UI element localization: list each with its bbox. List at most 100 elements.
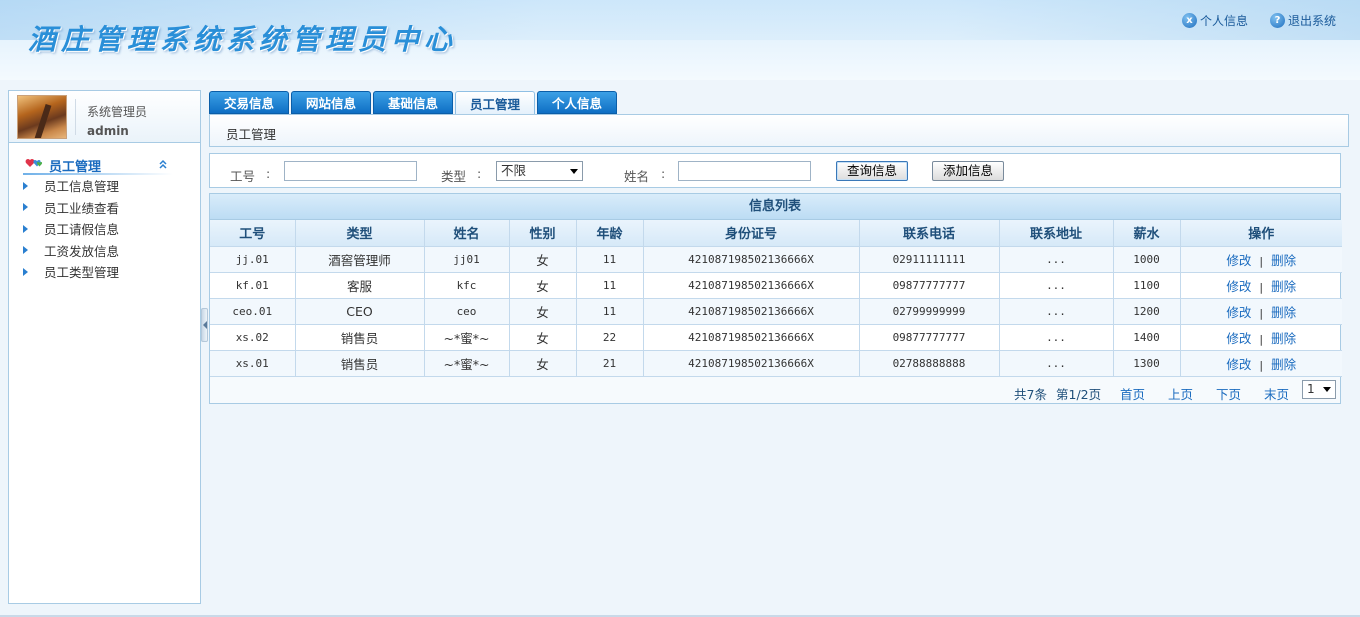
pager-first-link[interactable]: 首页 [1120, 384, 1145, 403]
triangle-right-icon [23, 224, 28, 233]
delete-link[interactable]: 删除 [1271, 253, 1296, 268]
column-header: 类型 [294, 220, 425, 247]
edit-link[interactable]: 修改 [1226, 305, 1251, 320]
pager-next-link[interactable]: 下页 [1216, 384, 1241, 403]
action-separator: | [1259, 280, 1264, 294]
profile-link-label: 个人信息 [1199, 14, 1248, 28]
sidebar-item-salary[interactable]: 工资发放信息 [9, 240, 200, 262]
sidebar: 系统管理员 admin 员工管理 员工信息管理 员工业绩查看 员工请假信息 工资… [8, 90, 201, 604]
delete-link[interactable]: 删除 [1271, 331, 1296, 346]
cell-name: ~*蜜*~ [423, 349, 510, 377]
type-select-value: 不限 [501, 163, 527, 178]
action-separator: | [1259, 358, 1264, 372]
query-button[interactable]: 查询信息 [836, 161, 909, 181]
tab-website[interactable]: 网站信息 [291, 91, 371, 114]
tab-basic[interactable]: 基础信息 [373, 91, 453, 114]
table-caption: 信息列表 [210, 194, 1340, 220]
triangle-right-icon [23, 246, 28, 255]
menu-group-header[interactable]: 员工管理 [9, 153, 200, 175]
sidebar-item-label: 员工类型管理 [44, 265, 120, 281]
sidebar-menu: 员工信息管理 员工业绩查看 员工请假信息 工资发放信息 员工类型管理 [9, 175, 200, 283]
cell-age: 11 [575, 271, 644, 299]
user-divider [75, 99, 76, 135]
cell-gender: 女 [508, 245, 577, 273]
pagination: 共7条 第1/2页 首页 上页 下页 末页 1 [210, 376, 1340, 403]
sidebar-item-leave[interactable]: 员工请假信息 [9, 218, 200, 240]
cell-actions: 修改 | 删除 [1179, 323, 1342, 351]
edit-link[interactable]: 修改 [1226, 331, 1251, 346]
add-button[interactable]: 添加信息 [932, 161, 1005, 181]
collapse-icon[interactable] [157, 158, 169, 170]
sidebar-item-label: 员工业绩查看 [44, 200, 120, 216]
cell-phone: 09877777777 [858, 323, 1000, 351]
table-row: kf.01 客服 kfc 女 11 421087198502136666X 09… [210, 271, 1342, 299]
logout-link-label: 退出系统 [1287, 14, 1336, 28]
tab-personal[interactable]: 个人信息 [537, 91, 617, 114]
cell-name: ceo [423, 297, 510, 325]
cell-id: xs.01 [210, 349, 296, 377]
edit-link[interactable]: 修改 [1226, 279, 1251, 294]
delete-link[interactable]: 删除 [1271, 279, 1296, 294]
pager-total: 共7条 [1014, 386, 1047, 402]
table-row: ceo.01 CEO ceo 女 11 421087198502136666X … [210, 297, 1342, 325]
pager-prev-link[interactable]: 上页 [1168, 384, 1193, 403]
table-header-row: 工号 类型 姓名 性别 年龄 身份证号 联系电话 联系地址 薪水 操作 [210, 220, 1342, 247]
page-select[interactable]: 1 [1302, 379, 1336, 399]
pager-last-link[interactable]: 末页 [1264, 384, 1289, 403]
triangle-right-icon [23, 181, 28, 190]
sidebar-item-performance[interactable]: 员工业绩查看 [9, 197, 200, 219]
tab-transactions[interactable]: 交易信息 [209, 91, 289, 114]
cell-idcard: 421087198502136666X [642, 271, 860, 299]
x-circle-icon: x [1181, 13, 1197, 28]
name-input[interactable] [678, 161, 811, 181]
type-select[interactable]: 不限 [496, 161, 583, 181]
cell-actions: 修改 | 删除 [1179, 297, 1342, 325]
hearts-icon [25, 159, 43, 167]
cell-actions: 修改 | 删除 [1179, 349, 1342, 377]
menu-group-underline [23, 173, 173, 175]
help-circle-icon: ? [1269, 13, 1285, 28]
employee-id-input[interactable] [284, 161, 417, 181]
edit-link[interactable]: 修改 [1226, 357, 1251, 372]
cell-name: ~*蜜*~ [423, 323, 510, 351]
cell-salary: 1200 [1112, 297, 1181, 325]
cell-address: ... [998, 245, 1114, 273]
delete-link[interactable]: 删除 [1271, 357, 1296, 372]
profile-link[interactable]: x 个人信息 [1181, 12, 1248, 29]
edit-link[interactable]: 修改 [1226, 253, 1251, 268]
cell-idcard: 421087198502136666X [642, 297, 860, 325]
breadcrumb: 员工管理 [226, 127, 277, 142]
action-separator: | [1259, 306, 1264, 320]
cell-idcard: 421087198502136666X [642, 245, 860, 273]
tab-employee-management[interactable]: 员工管理 [455, 91, 535, 115]
cell-address: ... [998, 297, 1114, 325]
user-role: 系统管理员 [87, 105, 148, 119]
sidebar-splitter-handle[interactable] [201, 308, 208, 342]
sidebar-item-label: 工资发放信息 [44, 243, 120, 259]
top-links: x 个人信息 ? 退出系统 [1181, 12, 1336, 29]
cell-actions: 修改 | 删除 [1179, 245, 1342, 273]
action-separator: | [1259, 254, 1264, 268]
main-tabs: 交易信息 网站信息 基础信息 员工管理 个人信息 [209, 91, 617, 115]
cell-id: kf.01 [210, 271, 296, 299]
cell-salary: 1400 [1112, 323, 1181, 351]
type-label: 类型 [441, 169, 467, 184]
info-table-panel: 信息列表 工号 类型 姓名 性别 年龄 身份证号 联系电话 联系地址 薪水 操作… [209, 193, 1342, 404]
sidebar-item-employee-types[interactable]: 员工类型管理 [9, 261, 200, 283]
sidebar-item-label: 员工信息管理 [44, 179, 120, 195]
user-box: 系统管理员 admin [9, 91, 200, 143]
sidebar-item-employee-info[interactable]: 员工信息管理 [9, 175, 200, 197]
type-colon: : [477, 166, 482, 181]
delete-link[interactable]: 删除 [1271, 305, 1296, 320]
cell-actions: 修改 | 删除 [1179, 271, 1342, 299]
cell-phone: 02799999999 [858, 297, 1000, 325]
logout-link[interactable]: ? 退出系统 [1269, 12, 1336, 29]
column-header: 性别 [508, 220, 577, 247]
employee-id-colon: : [266, 166, 271, 181]
table-row: xs.01 销售员 ~*蜜*~ 女 21 421087198502136666X… [210, 349, 1342, 377]
triangle-right-icon [23, 203, 28, 212]
cell-type: 酒窖管理师 [294, 245, 425, 273]
column-header: 工号 [210, 220, 296, 247]
cell-salary: 1300 [1112, 349, 1181, 377]
chevron-down-icon [1323, 386, 1331, 392]
